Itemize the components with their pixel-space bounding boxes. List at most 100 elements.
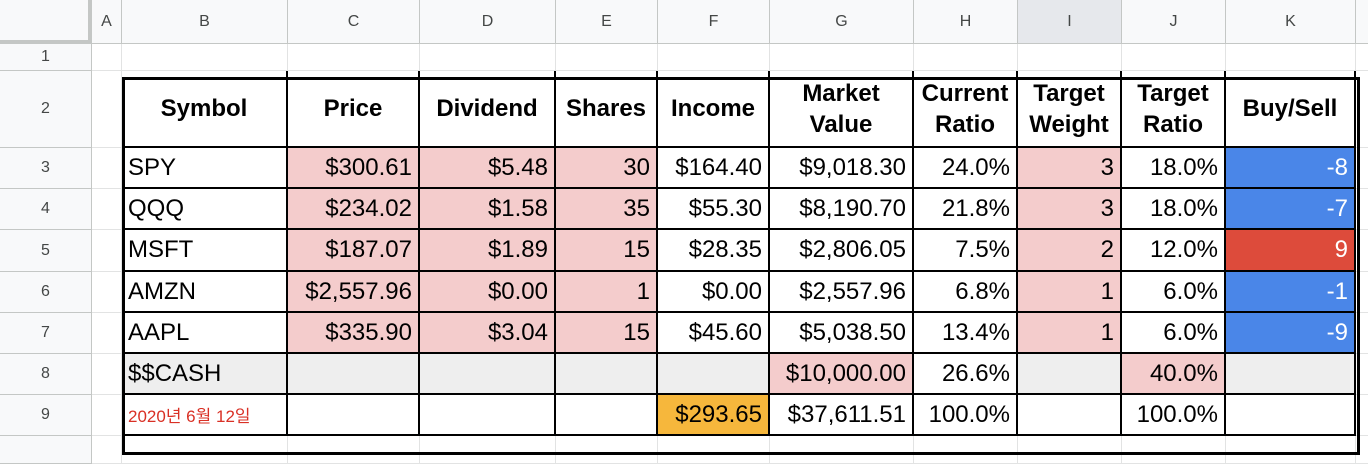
cell-dividend[interactable]: $1.89 [420, 230, 556, 272]
cell-c10[interactable] [288, 436, 420, 464]
cell-target-weight[interactable]: 3 [1018, 189, 1122, 230]
column-header-b[interactable]: B [122, 0, 288, 44]
cell-income[interactable]: $45.60 [658, 313, 770, 354]
cell-market-value[interactable]: $5,038.50 [770, 313, 914, 354]
cell-market-value[interactable]: $9,018.30 [770, 148, 914, 189]
cell-price[interactable]: $187.07 [288, 230, 420, 272]
cell-market-value[interactable]: $8,190.70 [770, 189, 914, 230]
row-header-8[interactable]: 8 [0, 354, 92, 395]
cell-shares[interactable]: 35 [556, 189, 658, 230]
cell-price[interactable]: $234.02 [288, 189, 420, 230]
cell-symbol[interactable]: AAPL [122, 313, 288, 354]
date-cell[interactable]: 2020년 6월 12일 [122, 395, 288, 436]
cell-a2[interactable] [92, 71, 122, 148]
header-current-ratio[interactable]: Current Ratio [914, 71, 1018, 148]
cell-f1[interactable] [658, 44, 770, 71]
row-header-7[interactable]: 7 [0, 313, 92, 354]
header-target-weight[interactable]: Target Weight [1018, 71, 1122, 148]
cell-current-ratio[interactable]: 13.4% [914, 313, 1018, 354]
cell-a6[interactable] [92, 272, 122, 313]
cash-current-ratio[interactable]: 26.6% [914, 354, 1018, 395]
cell-target-weight[interactable]: 2 [1018, 230, 1122, 272]
cell-price[interactable]: $2,557.96 [288, 272, 420, 313]
cell-h10[interactable] [914, 436, 1018, 464]
cell-a7[interactable] [92, 313, 122, 354]
cell-target-ratio[interactable]: 18.0% [1122, 148, 1226, 189]
column-header-g[interactable]: G [770, 0, 914, 44]
cell-a5[interactable] [92, 230, 122, 272]
cell-shares[interactable]: 1 [556, 272, 658, 313]
column-header-c[interactable]: C [288, 0, 420, 44]
row-header-4[interactable]: 4 [0, 189, 92, 230]
cell-dividend[interactable]: $1.58 [420, 189, 556, 230]
cash-shares[interactable] [556, 354, 658, 395]
cell-current-ratio[interactable]: 21.8% [914, 189, 1018, 230]
cell-market-value[interactable]: $2,557.96 [770, 272, 914, 313]
column-header-k[interactable]: K [1226, 0, 1356, 44]
cell-shares[interactable]: 30 [556, 148, 658, 189]
column-header-j[interactable]: J [1122, 0, 1226, 44]
total-price[interactable] [288, 395, 420, 436]
cell-a10[interactable] [92, 436, 122, 464]
total-target-ratio[interactable]: 100.0% [1122, 395, 1226, 436]
cell-target-ratio[interactable]: 6.0% [1122, 313, 1226, 354]
cell-g10[interactable] [770, 436, 914, 464]
column-header-f[interactable]: F [658, 0, 770, 44]
cell-a3[interactable] [92, 148, 122, 189]
cell-symbol[interactable]: MSFT [122, 230, 288, 272]
cash-target-ratio[interactable]: 40.0% [1122, 354, 1226, 395]
header-buy-sell[interactable]: Buy/Sell [1226, 71, 1356, 148]
row-header-1[interactable]: 1 [0, 44, 92, 71]
cell-target-ratio[interactable]: 12.0% [1122, 230, 1226, 272]
cell-target-ratio[interactable]: 18.0% [1122, 189, 1226, 230]
cell-income[interactable]: $0.00 [658, 272, 770, 313]
column-header-a[interactable]: A [92, 0, 122, 44]
cash-income[interactable] [658, 354, 770, 395]
cell-j1[interactable] [1122, 44, 1226, 71]
cell-income[interactable]: $28.35 [658, 230, 770, 272]
total-buy-sell[interactable] [1226, 395, 1356, 436]
cash-buy-sell[interactable] [1226, 354, 1356, 395]
cash-price[interactable] [288, 354, 420, 395]
cell-e10[interactable] [556, 436, 658, 464]
cell-j10[interactable] [1122, 436, 1226, 464]
cell-a9[interactable] [92, 395, 122, 436]
header-shares[interactable]: Shares [556, 71, 658, 148]
cell-target-weight[interactable]: 1 [1018, 272, 1122, 313]
cell-buy-sell[interactable]: 9 [1226, 230, 1356, 272]
column-header-i[interactable]: I [1018, 0, 1122, 44]
total-current-ratio[interactable]: 100.0% [914, 395, 1018, 436]
cell-dividend[interactable]: $3.04 [420, 313, 556, 354]
cell-a1[interactable] [92, 44, 122, 71]
cell-market-value[interactable]: $2,806.05 [770, 230, 914, 272]
cell-current-ratio[interactable]: 6.8% [914, 272, 1018, 313]
cash-target-weight[interactable] [1018, 354, 1122, 395]
cell-price[interactable]: $335.90 [288, 313, 420, 354]
header-price[interactable]: Price [288, 71, 420, 148]
cell-e1[interactable] [556, 44, 658, 71]
cell-price[interactable]: $300.61 [288, 148, 420, 189]
cell-symbol[interactable]: SPY [122, 148, 288, 189]
cell-a8[interactable] [92, 354, 122, 395]
cell-buy-sell[interactable]: -9 [1226, 313, 1356, 354]
cell-h1[interactable] [914, 44, 1018, 71]
header-income[interactable]: Income [658, 71, 770, 148]
cell-buy-sell[interactable]: -8 [1226, 148, 1356, 189]
cell-current-ratio[interactable]: 7.5% [914, 230, 1018, 272]
cell-i1[interactable] [1018, 44, 1122, 71]
header-dividend[interactable]: Dividend [420, 71, 556, 148]
cell-b10[interactable] [122, 436, 288, 464]
total-income[interactable]: $293.65 [658, 395, 770, 436]
cell-k1[interactable] [1226, 44, 1356, 71]
row-header-3[interactable]: 3 [0, 148, 92, 189]
row-header-2[interactable]: 2 [0, 71, 92, 148]
cell-target-ratio[interactable]: 6.0% [1122, 272, 1226, 313]
cell-f10[interactable] [658, 436, 770, 464]
cell-buy-sell[interactable]: -7 [1226, 189, 1356, 230]
cell-k10[interactable] [1226, 436, 1356, 464]
cell-dividend[interactable]: $0.00 [420, 272, 556, 313]
cell-i10[interactable] [1018, 436, 1122, 464]
select-all-corner[interactable] [0, 0, 92, 44]
cash-dividend[interactable] [420, 354, 556, 395]
row-header-10[interactable] [0, 436, 92, 464]
